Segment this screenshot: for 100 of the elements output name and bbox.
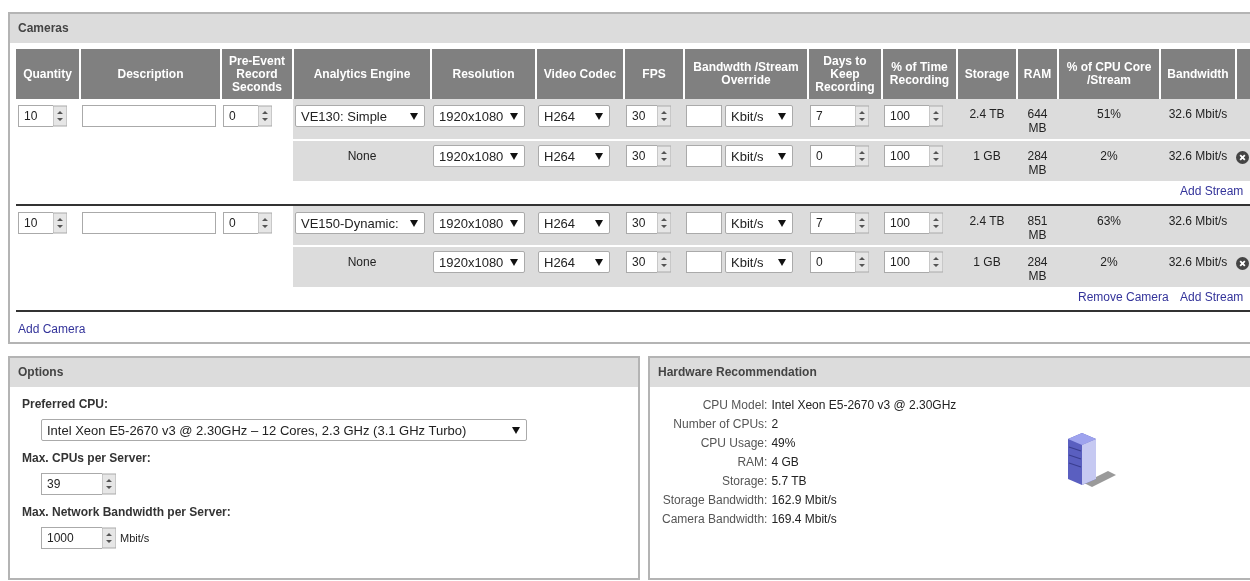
dropdown[interactable]: 1920x1080: [433, 105, 525, 127]
field-label: Max. Network Bandwidth per Server:: [22, 505, 232, 519]
column-header: Analytics Engine: [293, 49, 431, 99]
number-field[interactable]: 10: [18, 105, 53, 127]
add-stream-link[interactable]: Add Stream: [1180, 289, 1244, 304]
spec-value: 4 GB: [771, 454, 800, 470]
add-camera-link[interactable]: Add Camera: [18, 322, 86, 336]
number-field[interactable]: 30: [626, 212, 657, 234]
number-field[interactable]: 100: [884, 251, 929, 273]
stepper-icon[interactable]: [53, 212, 67, 234]
input-field[interactable]: [686, 251, 722, 273]
number-field[interactable]: 100: [884, 145, 929, 167]
number-field[interactable]: 7: [810, 105, 855, 127]
dropdown[interactable]: VE150-Dynamic:: [295, 212, 425, 234]
stepper-icon[interactable]: [258, 105, 272, 127]
spec-value: 49%: [771, 435, 797, 451]
column-header: Bandwdth /Stream Override: [684, 49, 808, 99]
dropdown[interactable]: 1920x1080: [433, 145, 525, 167]
number-field[interactable]: 0: [810, 251, 855, 273]
stepper-icon[interactable]: [929, 105, 943, 127]
number-field[interactable]: 30: [626, 145, 657, 167]
ram-value: 851 MB: [1026, 214, 1049, 242]
input-field[interactable]: [686, 145, 722, 167]
stepper-icon[interactable]: [53, 105, 67, 127]
unit-label: Mbit/s: [120, 532, 150, 544]
caret-icon: [778, 219, 786, 227]
ram-value: 284 MB: [1026, 255, 1049, 283]
stepper-icon[interactable]: [657, 145, 671, 167]
stepper-icon[interactable]: [855, 251, 869, 273]
cpu-value: 2%: [1100, 255, 1118, 269]
number-field[interactable]: 0: [810, 145, 855, 167]
dropdown[interactable]: 1920x1080: [433, 251, 525, 273]
stepper-icon[interactable]: [855, 212, 869, 234]
stepper-icon[interactable]: [855, 145, 869, 167]
input-field[interactable]: [82, 212, 216, 234]
dropdown[interactable]: H264: [538, 251, 610, 273]
server-icon: [1066, 431, 1117, 489]
stepper-icon[interactable]: [102, 527, 116, 549]
dropdown[interactable]: Kbit/s: [725, 105, 793, 127]
stepper-icon[interactable]: [855, 105, 869, 127]
caret-icon: [410, 219, 418, 227]
remove-camera-link[interactable]: Remove Camera: [1078, 289, 1169, 304]
number-field[interactable]: 100: [884, 212, 929, 234]
caret-icon: [595, 152, 603, 160]
close-icon[interactable]: [1236, 151, 1249, 164]
ram-value: 284 MB: [1026, 149, 1049, 177]
number-field[interactable]: 100: [884, 105, 929, 127]
spec-label: Storage Bandwidth:: [662, 492, 768, 508]
column-header: Description: [80, 49, 221, 99]
caret-icon: [595, 219, 603, 227]
dropdown[interactable]: H264: [538, 105, 610, 127]
number-field[interactable]: 30: [626, 105, 657, 127]
add-stream-link[interactable]: Add Stream: [1180, 183, 1244, 198]
bandwidth-value: 32.6 Mbit/s: [1168, 214, 1228, 228]
stepper-icon[interactable]: [929, 145, 943, 167]
caret-icon: [510, 112, 518, 120]
spec-label: RAM:: [736, 454, 768, 470]
spec-label: Camera Bandwidth:: [662, 511, 768, 527]
number-field[interactable]: 7: [810, 212, 855, 234]
input-field[interactable]: [686, 105, 722, 127]
input-field[interactable]: [82, 105, 216, 127]
dropdown[interactable]: Kbit/s: [725, 251, 793, 273]
dropdown[interactable]: 1920x1080: [433, 212, 525, 234]
number-field[interactable]: 0: [223, 105, 258, 127]
cpu-value: 2%: [1100, 149, 1118, 163]
caret-icon: [510, 219, 518, 227]
column-header: % of Time Recording: [882, 49, 957, 99]
stepper-icon[interactable]: [102, 473, 116, 495]
column-header: Resolution: [431, 49, 536, 99]
caret-icon: [595, 258, 603, 266]
spec-label: CPU Model:: [701, 397, 768, 413]
stepper-icon[interactable]: [657, 212, 671, 234]
dropdown[interactable]: VE130: Simple: [295, 105, 425, 127]
stepper-icon[interactable]: [929, 212, 943, 234]
input-field[interactable]: [686, 212, 722, 234]
dropdown[interactable]: H264: [538, 145, 610, 167]
stepper-icon[interactable]: [929, 251, 943, 273]
dropdown[interactable]: H264: [538, 212, 610, 234]
column-header: % of CPU Core /Stream: [1058, 49, 1160, 99]
number-field[interactable]: 39: [41, 473, 102, 495]
cpu-value: 63%: [1097, 214, 1121, 228]
stepper-icon[interactable]: [657, 251, 671, 273]
dropdown[interactable]: Intel Xeon E5-2670 v3 @ 2.30GHz – 12 Cores, 2.3 GHz (3.1 GHz Turbo): [41, 419, 527, 441]
number-field[interactable]: 10: [18, 212, 53, 234]
bandwidth-value: 32.6 Mbit/s: [1168, 149, 1228, 163]
close-icon[interactable]: [1236, 257, 1249, 270]
stepper-icon[interactable]: [258, 212, 272, 234]
spec-value: Intel Xeon E5-2670 v3 @ 2.30GHz: [771, 397, 957, 413]
column-header: RAM: [1017, 49, 1058, 99]
number-field[interactable]: 1000: [41, 527, 102, 549]
panel-title: Options: [10, 358, 638, 387]
stepper-icon[interactable]: [657, 105, 671, 127]
dropdown[interactable]: Kbit/s: [725, 145, 793, 167]
number-field[interactable]: 0: [223, 212, 258, 234]
number-field[interactable]: 30: [626, 251, 657, 273]
field-label: Max. CPUs per Server:: [22, 451, 152, 465]
column-header: Days to Keep Recording: [808, 49, 882, 99]
column-header: Bandwidth: [1160, 49, 1236, 99]
field-label: Preferred CPU:: [22, 397, 110, 411]
dropdown[interactable]: Kbit/s: [725, 212, 793, 234]
